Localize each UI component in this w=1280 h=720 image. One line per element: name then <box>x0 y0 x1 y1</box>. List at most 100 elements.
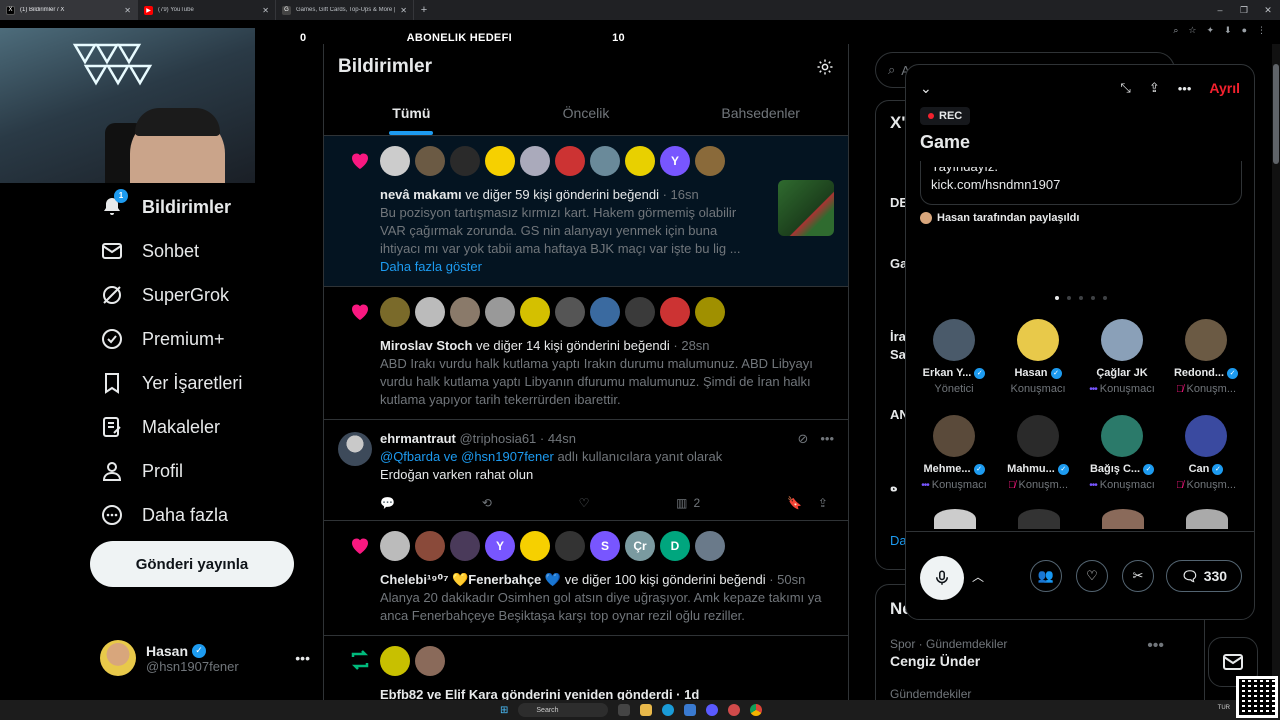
notification-like[interactable]: Y S Çr D Chelebi¹⁹⁰⁷ 💛Fenerbahçe 💙 ve di… <box>324 521 848 636</box>
page-scrollbar[interactable] <box>1272 44 1280 700</box>
edge-icon[interactable] <box>662 704 675 716</box>
pager-dot[interactable] <box>1103 296 1107 300</box>
store-icon[interactable] <box>684 704 697 716</box>
sidebar-item-bookmarks[interactable]: Yer İşaretleri <box>90 361 310 405</box>
participant[interactable]: Can ✓ 🎙̸ Konuşm... <box>1164 415 1248 503</box>
avatar[interactable] <box>415 297 445 327</box>
avatar[interactable] <box>415 646 445 676</box>
list-item[interactable]: ه <box>890 479 898 495</box>
avatar[interactable] <box>1186 509 1228 529</box>
list-item[interactable]: İra <box>890 329 906 344</box>
avatar[interactable] <box>695 146 725 176</box>
folder-icon[interactable] <box>640 704 653 716</box>
more-dots-icon[interactable]: ••• <box>820 430 834 448</box>
avatar[interactable]: D <box>660 531 690 561</box>
zoom-icon[interactable]: ⌕ <box>1173 25 1178 36</box>
bookmark-star-icon[interactable]: ☆ <box>1188 25 1196 36</box>
repost-icon[interactable]: ⟲ <box>482 496 492 510</box>
settings-gear-icon[interactable] <box>816 58 834 76</box>
people-button[interactable]: 👥 <box>1030 560 1062 592</box>
account-switcher[interactable]: Hasan ✓ @hsn1907fener ••• <box>100 638 310 678</box>
react-button[interactable]: ♡ <box>1076 560 1108 592</box>
participant[interactable]: Çağlar JK ••• Konuşmacı <box>1080 319 1164 407</box>
participant[interactable]: Erkan Y... ✓ Yönetici <box>912 319 996 407</box>
leave-button[interactable]: Ayrıl <box>1209 80 1240 96</box>
avatar[interactable] <box>555 297 585 327</box>
avatar[interactable] <box>415 531 445 561</box>
avatar[interactable] <box>520 146 550 176</box>
maximize-icon[interactable]: ❐ <box>1232 0 1256 20</box>
trend-name[interactable]: Cengiz Ünder <box>890 653 980 669</box>
list-item[interactable]: Sa <box>890 347 906 362</box>
chevron-up-icon[interactable]: ︿ <box>972 568 984 585</box>
sidebar-item-articles[interactable]: Makaleler <box>90 405 310 449</box>
minimize-space-icon[interactable]: ⤡ <box>1120 80 1130 96</box>
microphone-button[interactable] <box>920 556 964 600</box>
pager-dot[interactable] <box>1079 296 1083 300</box>
participant[interactable]: Redond... ✓ 🎙̸ Konuşm... <box>1164 319 1248 407</box>
avatar[interactable] <box>660 297 690 327</box>
browser-tab-youtube[interactable]: ▶ (79) YouTube ✕ <box>138 0 276 20</box>
avatar[interactable] <box>934 509 976 529</box>
profile-icon[interactable]: ● <box>1242 25 1247 36</box>
tab-all[interactable]: Tümü <box>324 90 499 135</box>
participant[interactable]: Hasan ✓ Konuşmacı <box>996 319 1080 407</box>
avatar[interactable] <box>555 531 585 561</box>
scrollbar-thumb[interactable] <box>1273 64 1279 164</box>
avatar[interactable] <box>590 146 620 176</box>
pinned-link[interactable]: kick.com/hsndmn1907 <box>931 177 1231 192</box>
avatar[interactable]: S <box>590 531 620 561</box>
avatar[interactable] <box>380 146 410 176</box>
avatar[interactable] <box>338 432 372 466</box>
close-tab-icon[interactable]: ✕ <box>124 6 131 15</box>
notification-reply[interactable]: ehrmantraut @triphosia61 · 44sn ⊘ ••• @Q… <box>324 420 848 521</box>
actor-name[interactable]: nevâ makamı <box>380 187 462 202</box>
avatar[interactable]: Y <box>660 146 690 176</box>
avatar[interactable] <box>450 297 480 327</box>
taskbar-search[interactable]: Search <box>518 703 609 717</box>
more-dots-icon[interactable]: ••• <box>1178 81 1192 96</box>
avatar[interactable]: Çr <box>625 531 655 561</box>
avatar[interactable] <box>520 297 550 327</box>
tab-priority[interactable]: Öncelik <box>499 90 674 135</box>
avatar[interactable] <box>380 646 410 676</box>
extensions-icon[interactable]: ✦ <box>1206 25 1214 36</box>
avatar[interactable] <box>415 146 445 176</box>
notification-repost[interactable]: Ebfb82 ve Elif Kara gönderini yeniden gö… <box>324 636 848 700</box>
participant[interactable]: Mahmu... ✓ 🎙̸ Konuşm... <box>996 415 1080 503</box>
avatar[interactable] <box>520 531 550 561</box>
pager-dot[interactable] <box>1055 296 1059 300</box>
avatar[interactable] <box>450 531 480 561</box>
like-icon[interactable]: ♡ <box>579 496 590 510</box>
notification-like[interactable]: Miroslav Stoch ve diğer 14 kişi gönderin… <box>324 287 848 420</box>
bookmark-icon[interactable]: 🔖 <box>787 496 802 510</box>
more-dots-icon[interactable]: ••• <box>1147 637 1164 655</box>
more-dots-icon[interactable]: ••• <box>295 650 310 666</box>
app-icon[interactable] <box>618 704 631 716</box>
avatar[interactable] <box>1102 509 1144 529</box>
avatar[interactable] <box>695 531 725 561</box>
avatar[interactable] <box>625 146 655 176</box>
pinned-post[interactable]: Yayındayız. kick.com/hsndmn1907 <box>920 161 1242 205</box>
avatar[interactable] <box>625 297 655 327</box>
mentioned-users[interactable]: @Qfbarda ve @hsn1907fener <box>380 449 554 464</box>
post-thumbnail[interactable] <box>778 180 834 236</box>
show-more-link[interactable]: Daha fazla göster <box>380 258 834 276</box>
browser-tab-x[interactable]: X (1) Bildirimler / X ✕ <box>0 0 138 20</box>
avatar[interactable] <box>380 531 410 561</box>
avatar[interactable] <box>380 297 410 327</box>
grok-icon[interactable]: ⊘ <box>797 430 808 448</box>
reply-icon[interactable]: 💬 <box>380 496 395 510</box>
share-icon[interactable]: ⇪ <box>818 496 828 510</box>
chevron-down-icon[interactable]: ⌄ <box>920 80 932 97</box>
avatar[interactable] <box>555 146 585 176</box>
sidebar-item-premium[interactable]: Premium+ <box>90 317 310 361</box>
participant[interactable]: Mehme... ✓ ••• Konuşmacı <box>912 415 996 503</box>
close-tab-icon[interactable]: ✕ <box>400 6 407 15</box>
avatar[interactable] <box>1018 509 1060 529</box>
minimize-icon[interactable]: – <box>1208 0 1232 20</box>
pager-dot[interactable] <box>1067 296 1071 300</box>
views-button[interactable]: ▥ 2 <box>676 496 700 510</box>
avatar[interactable]: Y <box>485 531 515 561</box>
clip-button[interactable]: ✂ <box>1122 560 1154 592</box>
